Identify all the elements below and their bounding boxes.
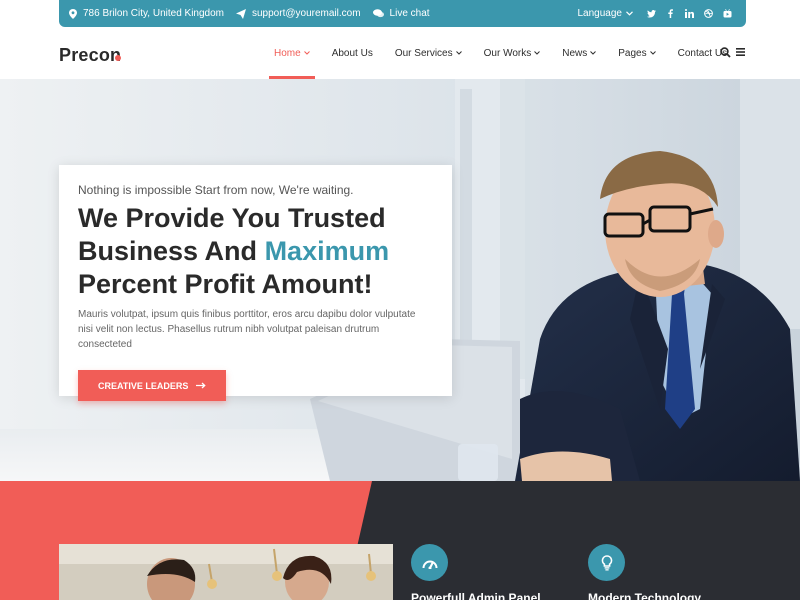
search-icon[interactable]: [720, 47, 732, 59]
features-section: Powerfull Admin Panel Modern Technology: [0, 481, 800, 600]
hero-description: Mauris volutpat, ipsum quis finibus port…: [78, 309, 416, 350]
speedometer-icon: [411, 544, 448, 581]
chat-link[interactable]: Live chat: [390, 8, 430, 19]
hero-title-line-1: We Provide You Trusted: [78, 203, 386, 233]
paper-plane-icon: [236, 8, 246, 19]
chevron-down-icon: [534, 51, 541, 55]
team-photo: [59, 544, 393, 600]
arrow-right-icon: [196, 382, 207, 389]
chevron-down-icon: [590, 51, 597, 55]
email-link[interactable]: support@youremail.com: [252, 8, 361, 19]
feature-title: Modern Technology: [588, 591, 702, 600]
hero-title: We Provide You Trusted Business And Maxi…: [78, 202, 433, 301]
nav-item-our-works[interactable]: Our Works: [479, 27, 546, 79]
nav-label: Our Services: [394, 47, 453, 59]
address-text: 786 Brilon City, United Kingdom: [83, 8, 224, 19]
hero-title-line-2a: Business And: [78, 236, 258, 266]
language-dropdown[interactable]: Language: [578, 8, 634, 19]
nav-label: News: [562, 47, 588, 59]
hero-title-line-3: Percent Profit Amount!: [78, 269, 373, 299]
top-info-bar: 786 Brilon City, United Kingdom support@…: [59, 0, 746, 27]
main-header: Precon Home About Us Our Services Our Wo…: [0, 27, 800, 79]
twitter-icon[interactable]: [642, 9, 660, 18]
nav-item-news[interactable]: News: [557, 27, 601, 79]
nav-label: Pages: [618, 47, 647, 59]
hero-card: Nothing is impossible Start from now, We…: [59, 165, 452, 401]
feature-title: Powerfull Admin Panel: [411, 591, 541, 600]
feature-modern-technology: Modern Technology: [588, 544, 701, 600]
menu-icon[interactable]: [736, 47, 748, 59]
linkedin-icon[interactable]: [680, 9, 698, 18]
chevron-down-icon: [626, 11, 633, 16]
nav-item-home[interactable]: Home: [269, 27, 315, 79]
chevron-down-icon: [649, 51, 656, 55]
email-item[interactable]: support@youremail.com: [236, 8, 361, 19]
map-pin-icon: [69, 8, 77, 19]
feature-admin-panel: Powerfull Admin Panel: [411, 544, 541, 600]
nav-item-about-us[interactable]: About Us: [327, 27, 378, 79]
dribbble-icon[interactable]: [699, 9, 717, 18]
hero-kicker: Nothing is impossible Start from now, We…: [78, 183, 354, 197]
youtube-icon[interactable]: [718, 9, 736, 18]
address-item: 786 Brilon City, United Kingdom: [69, 8, 224, 19]
nav-item-pages[interactable]: Pages: [613, 27, 660, 79]
nav-item-our-services[interactable]: Our Services: [390, 27, 467, 79]
creative-leaders-button[interactable]: CREATIVE LEADERS: [78, 370, 227, 401]
chat-item[interactable]: Live chat: [372, 8, 430, 19]
facebook-icon[interactable]: [661, 9, 679, 18]
hero-title-accent: Maximum: [264, 236, 390, 266]
hero-section: Nothing is impossible Start from now, We…: [0, 79, 800, 481]
main-nav: Home About Us Our Services Our Works New…: [269, 27, 744, 79]
logo[interactable]: Precon: [59, 45, 121, 66]
chevron-down-icon: [303, 51, 310, 55]
lightbulb-icon: [588, 544, 625, 581]
logo-dot: [115, 55, 121, 61]
chat-icon: [372, 9, 384, 18]
nav-label: Home: [274, 47, 301, 59]
nav-label: Our Works: [483, 47, 532, 59]
language-label: Language: [577, 8, 623, 19]
button-label: CREATIVE LEADERS: [98, 380, 189, 391]
nav-label: About Us: [331, 47, 373, 59]
chevron-down-icon: [455, 51, 462, 55]
